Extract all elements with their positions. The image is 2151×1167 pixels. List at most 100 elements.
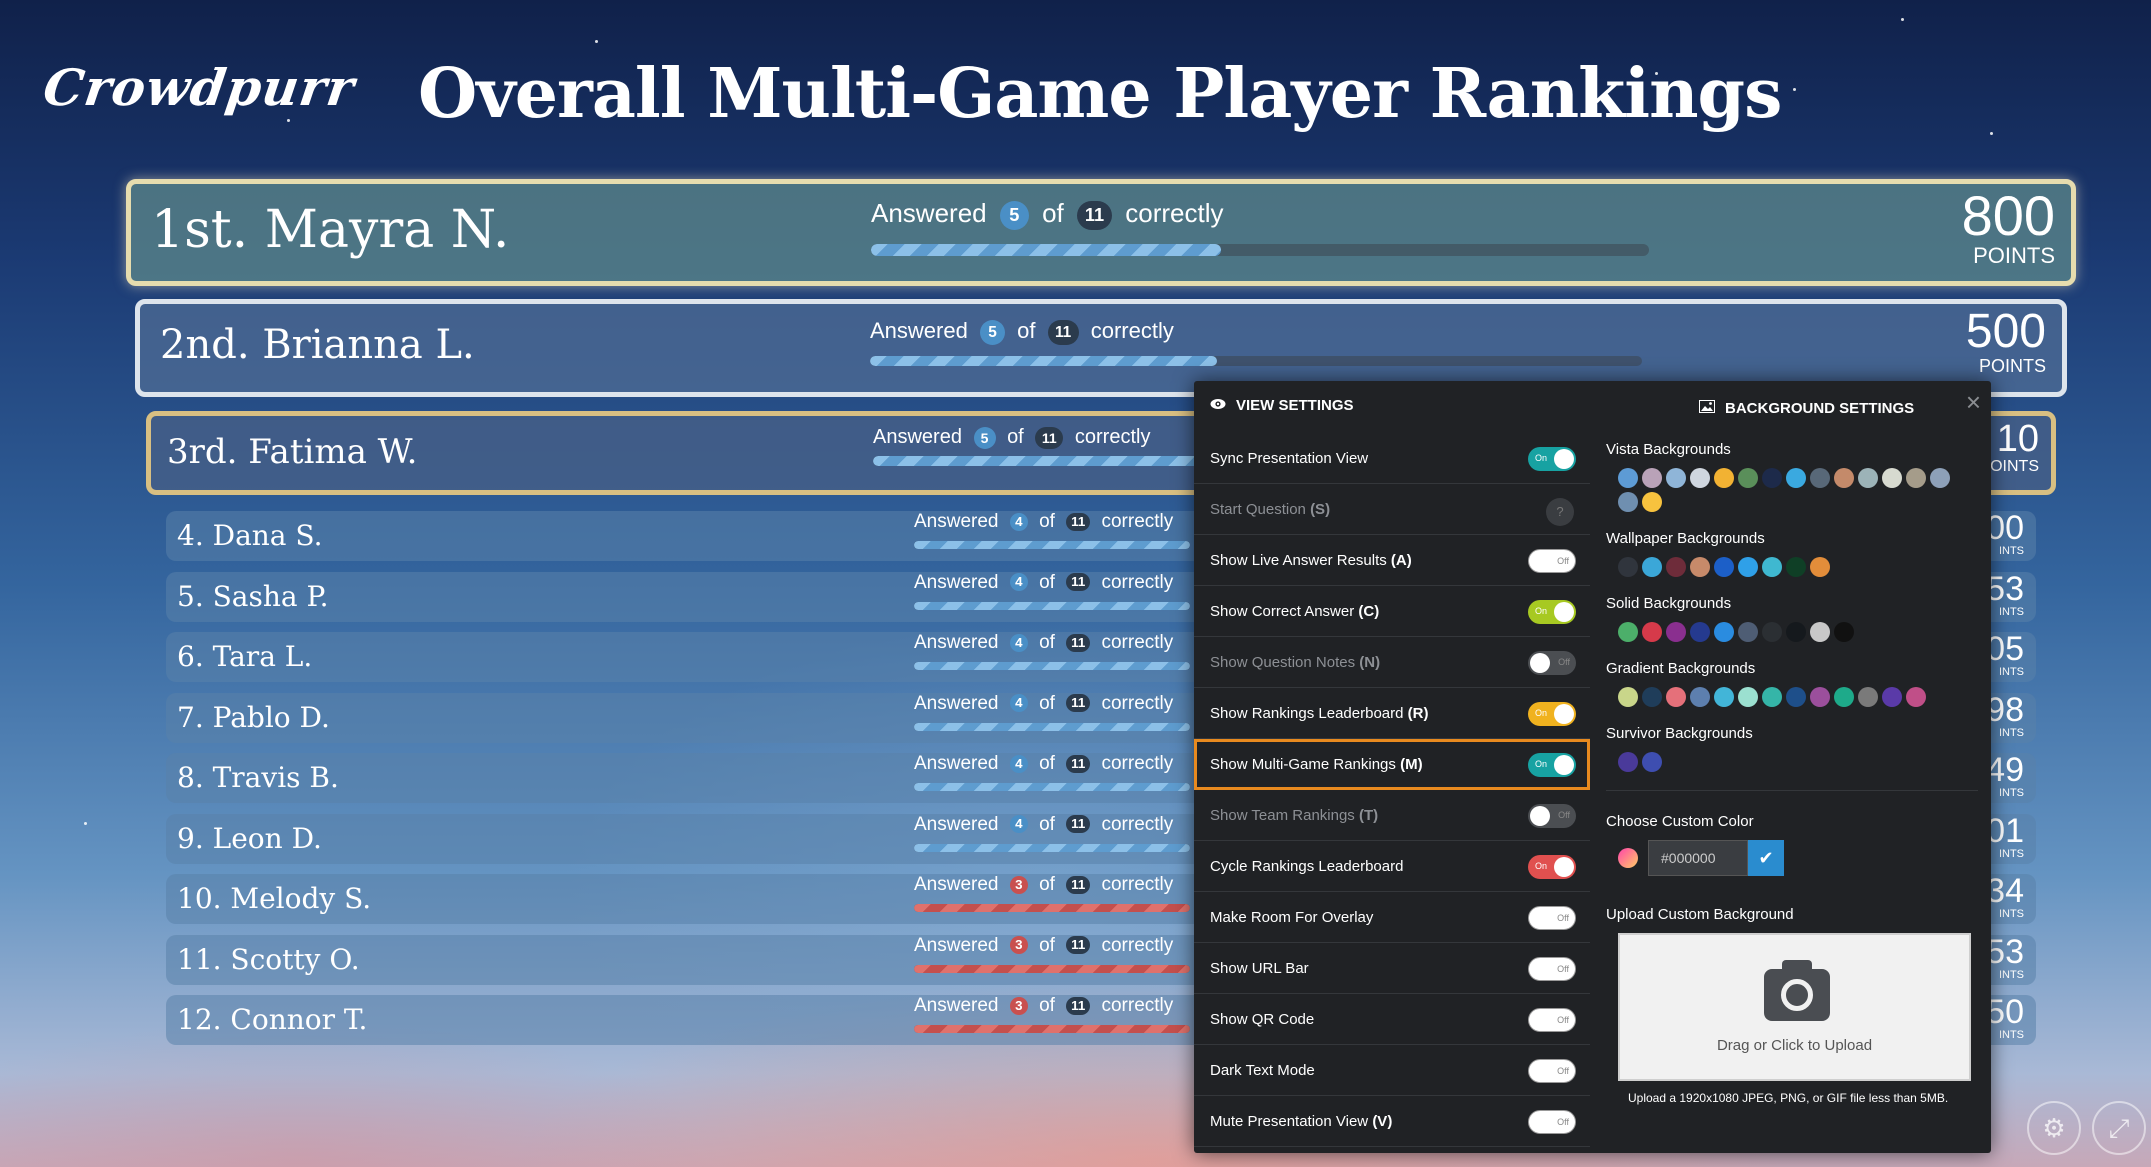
vista-swatch[interactable] — [1642, 468, 1662, 488]
points-block: 01 INTS — [1986, 814, 2024, 861]
setting-row[interactable]: Show Correct Answer (C) On — [1194, 586, 1590, 637]
solid-swatch[interactable] — [1762, 622, 1782, 642]
vista-swatch[interactable] — [1618, 492, 1638, 512]
wallpaper-swatch[interactable] — [1714, 557, 1734, 577]
solid-swatch[interactable] — [1834, 622, 1854, 642]
setting-row[interactable]: Show Live Answer Results (A) Off — [1194, 535, 1590, 586]
vista-swatch[interactable] — [1762, 468, 1782, 488]
progress-bar — [914, 783, 1190, 791]
settings-gear-button[interactable]: ⚙ — [2027, 1101, 2081, 1155]
gradient-swatch[interactable] — [1882, 687, 1902, 707]
setting-row[interactable]: Sync Presentation View On — [1194, 433, 1590, 484]
toggle-switch[interactable]: Off — [1528, 549, 1576, 573]
vista-swatch[interactable] — [1738, 468, 1758, 488]
setting-label: Start Question (S) — [1210, 500, 1331, 518]
setting-row[interactable]: Dark Text Mode Off — [1194, 1045, 1590, 1096]
gradient-swatch[interactable] — [1786, 687, 1806, 707]
hex-color-input[interactable]: #000000 — [1648, 840, 1748, 876]
wallpaper-swatch[interactable] — [1762, 557, 1782, 577]
correct-count-badge: 4 — [1009, 573, 1028, 592]
vista-swatch[interactable] — [1906, 468, 1926, 488]
wallpaper-swatch[interactable] — [1810, 557, 1830, 577]
setting-row[interactable]: Make Room For Overlay Off — [1194, 892, 1590, 943]
vista-swatch[interactable] — [1882, 468, 1902, 488]
vista-swatch[interactable] — [1810, 468, 1830, 488]
solid-swatch[interactable] — [1666, 622, 1686, 642]
vista-swatch[interactable] — [1930, 468, 1950, 488]
toggle-switch[interactable]: Off — [1528, 1008, 1576, 1032]
toggle-switch[interactable]: On — [1528, 447, 1576, 471]
wallpaper-swatch[interactable] — [1738, 557, 1758, 577]
setting-row[interactable]: Show QR Code Off — [1194, 994, 1590, 1045]
vista-swatch[interactable] — [1714, 468, 1734, 488]
gradient-swatch[interactable] — [1714, 687, 1734, 707]
vista-swatch[interactable] — [1786, 468, 1806, 488]
gradient-swatch[interactable] — [1762, 687, 1782, 707]
answered-label: Answered — [914, 511, 999, 532]
wallpaper-swatch[interactable] — [1642, 557, 1662, 577]
wallpaper-swatch[interactable] — [1666, 557, 1686, 577]
solid-swatch[interactable] — [1714, 622, 1734, 642]
wallpaper-swatch[interactable] — [1618, 557, 1638, 577]
gradient-swatch[interactable] — [1810, 687, 1830, 707]
solid-swatch[interactable] — [1786, 622, 1806, 642]
points-value: 00 — [1986, 511, 2024, 547]
vista-swatch[interactable] — [1690, 468, 1710, 488]
apply-color-button[interactable]: ✔ — [1748, 840, 1784, 876]
setting-row[interactable]: Show Rankings Leaderboard (R) On — [1194, 688, 1590, 739]
gradient-swatch[interactable] — [1666, 687, 1686, 707]
progress-bar — [914, 722, 1190, 731]
vista-swatch[interactable] — [1618, 468, 1638, 488]
toggle-switch[interactable]: Off — [1528, 906, 1576, 930]
setting-row[interactable]: Show Multi-Game Rankings (M) On — [1194, 739, 1590, 790]
help-icon[interactable]: ? — [1546, 498, 1574, 526]
setting-row[interactable]: Show Team Rankings (T) Off — [1194, 790, 1590, 841]
toggle-switch[interactable]: On — [1528, 702, 1576, 726]
points-value: 01 — [1986, 813, 2024, 850]
custom-color-picker: #000000 ✔ — [1618, 840, 1978, 876]
solid-swatch[interactable] — [1810, 622, 1830, 642]
gradient-swatch[interactable] — [1906, 687, 1926, 707]
toggle-switch[interactable]: Off — [1528, 804, 1576, 828]
gradient-swatch[interactable] — [1834, 687, 1854, 707]
toggle-switch[interactable]: Off — [1528, 1110, 1576, 1134]
setting-row[interactable]: Mute Presentation View (V) Off — [1194, 1096, 1590, 1147]
setting-row[interactable]: Cycle Rankings Leaderboard On — [1194, 841, 1590, 892]
progress-fill — [914, 662, 1190, 670]
gradient-swatch[interactable] — [1858, 687, 1878, 707]
color-preview-swatch[interactable] — [1618, 848, 1638, 868]
survivor-swatch[interactable] — [1618, 752, 1638, 772]
wallpaper-swatch[interactable] — [1690, 557, 1710, 577]
total-count-badge: 11 — [1066, 815, 1091, 834]
vista-swatch[interactable] — [1858, 468, 1878, 488]
vista-swatch[interactable] — [1666, 468, 1686, 488]
solid-swatch[interactable] — [1738, 622, 1758, 642]
gradient-swatch[interactable] — [1690, 687, 1710, 707]
gradient-swatch[interactable] — [1738, 687, 1758, 707]
toggle-switch[interactable]: Off — [1528, 1059, 1576, 1083]
vista-swatch[interactable] — [1834, 468, 1854, 488]
setting-row[interactable]: Start Question (S)? — [1194, 484, 1590, 535]
toggle-switch[interactable]: Off — [1528, 651, 1576, 675]
solid-swatch[interactable] — [1618, 622, 1638, 642]
upload-dropzone[interactable]: Drag or Click to Upload — [1618, 933, 1971, 1081]
player-name: 1st. Mayra N. — [151, 200, 510, 260]
gradient-swatch[interactable] — [1618, 687, 1638, 707]
vista-swatch[interactable] — [1642, 492, 1662, 512]
gradient-swatch[interactable] — [1642, 687, 1662, 707]
fullscreen-button[interactable]: ⤢ — [2092, 1101, 2146, 1155]
toggle-switch[interactable]: On — [1528, 753, 1576, 777]
background-settings-header: BACKGROUND SETTINGS — [1699, 400, 1914, 417]
setting-row[interactable]: Show Question Notes (N) Off — [1194, 637, 1590, 688]
setting-row[interactable]: Show URL Bar Off — [1194, 943, 1590, 994]
solid-swatch[interactable] — [1690, 622, 1710, 642]
of-label: of — [1039, 632, 1055, 653]
toggle-switch[interactable]: Off — [1528, 957, 1576, 981]
toggle-switch[interactable]: On — [1528, 600, 1576, 624]
close-icon[interactable]: × — [1966, 387, 1981, 418]
wallpaper-swatch[interactable] — [1786, 557, 1806, 577]
solid-swatch[interactable] — [1642, 622, 1662, 642]
toggle-switch[interactable]: On — [1528, 855, 1576, 879]
survivor-swatch[interactable] — [1642, 752, 1662, 772]
custom-color-label: Choose Custom Color — [1606, 813, 1754, 830]
